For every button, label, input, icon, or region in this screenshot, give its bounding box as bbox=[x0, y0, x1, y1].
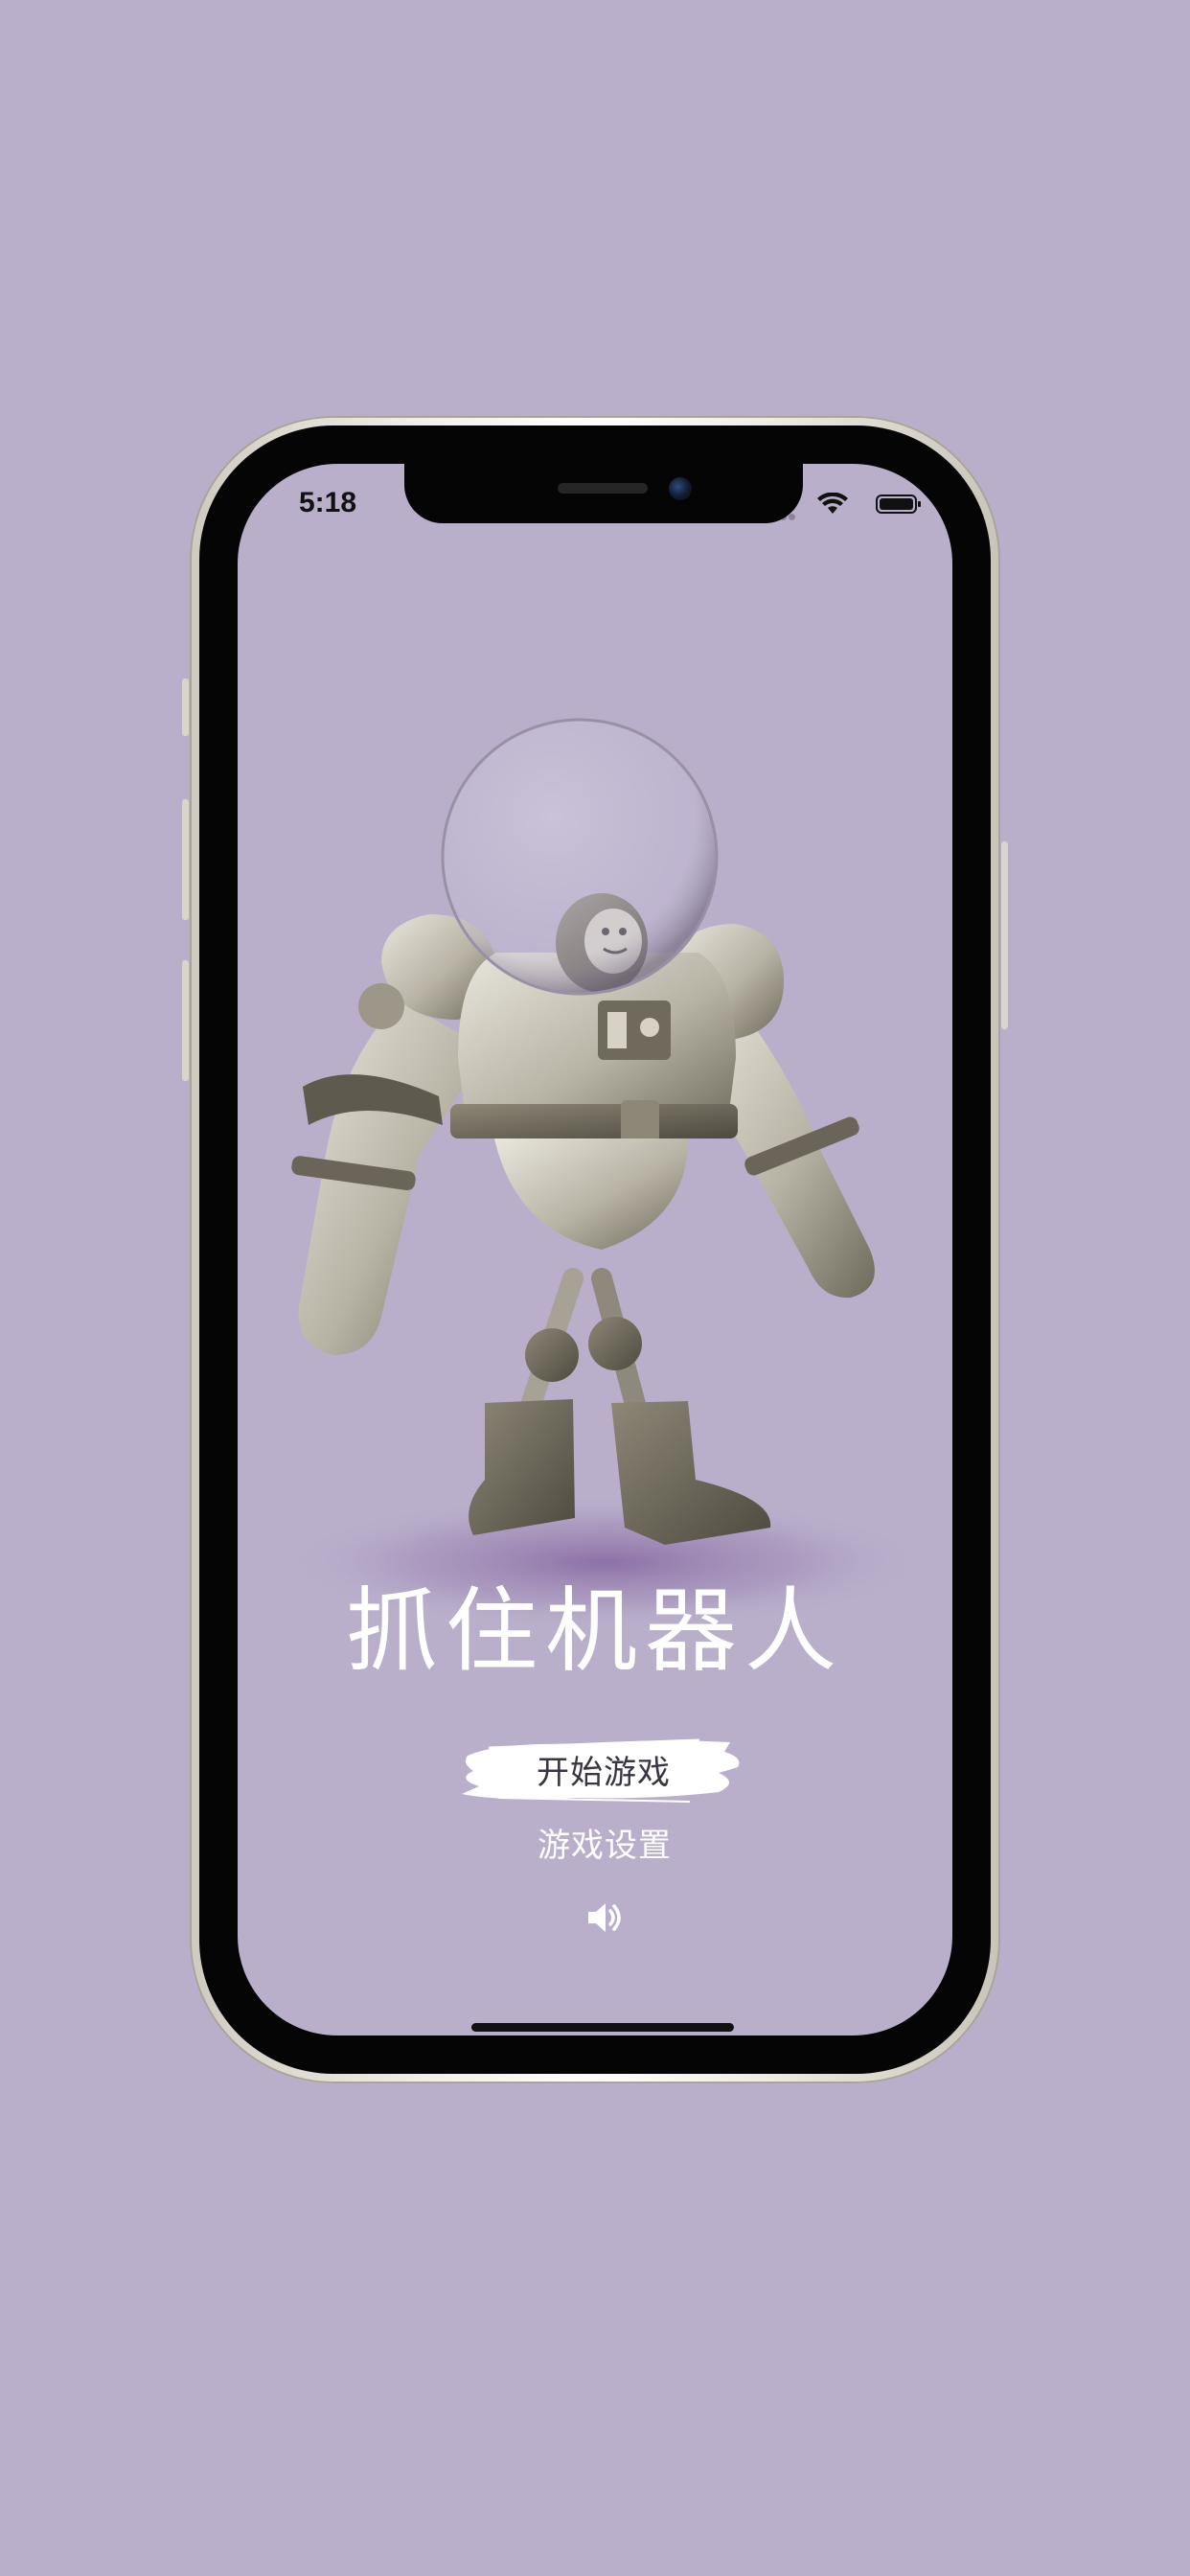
start-game-button[interactable]: 开始游戏 bbox=[460, 1733, 747, 1804]
robot-knee-right bbox=[588, 1317, 642, 1370]
volume-up-button bbox=[182, 799, 189, 920]
home-indicator[interactable] bbox=[471, 2023, 734, 2032]
volume-down-button bbox=[182, 960, 189, 1081]
speaker-icon[interactable] bbox=[584, 1898, 625, 1938]
robot-boot-right bbox=[611, 1401, 771, 1545]
game-settings-button[interactable]: 游戏设置 bbox=[509, 1819, 700, 1865]
robot-helmet bbox=[441, 718, 719, 996]
robot-knee-left bbox=[525, 1328, 579, 1382]
app-screen: 5:18 抓住机器人 开始游戏 游戏设置 bbox=[238, 464, 952, 2036]
start-game-label: 开始游戏 bbox=[537, 1754, 671, 1792]
robot-belt-buckle bbox=[621, 1100, 659, 1142]
phone-bezel: 5:18 抓住机器人 开始游戏 游戏设置 bbox=[199, 426, 991, 2074]
robot-pelvis bbox=[494, 1138, 688, 1250]
robot-shoulder-bolt-left bbox=[358, 983, 404, 1029]
phone-frame: 5:18 抓住机器人 开始游戏 游戏设置 bbox=[182, 416, 1008, 2083]
robot-boot-left bbox=[469, 1399, 575, 1535]
action-button bbox=[182, 678, 189, 736]
power-button bbox=[1001, 841, 1008, 1029]
game-title: 抓住机器人 bbox=[346, 1577, 844, 1685]
robot-belt bbox=[450, 1104, 738, 1138]
